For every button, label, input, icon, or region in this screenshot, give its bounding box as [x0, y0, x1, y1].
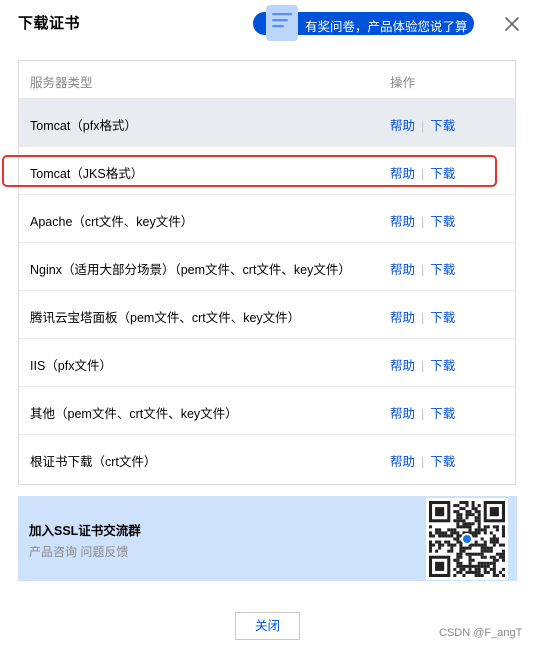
close-icon[interactable]: [503, 15, 521, 33]
download-link[interactable]: 下载: [430, 215, 455, 229]
help-link[interactable]: 帮助: [390, 407, 415, 421]
help-link[interactable]: 帮助: [390, 215, 415, 229]
separator: |: [421, 215, 425, 229]
table-row: Apache（crt文件、key文件） 帮助 | 下载: [19, 195, 515, 243]
download-link[interactable]: 下载: [430, 359, 455, 373]
table-row: 其他（pem文件、crt文件、key文件） 帮助 | 下载: [19, 387, 515, 435]
table-row: Tomcat（JKS格式） 帮助 | 下载: [19, 147, 515, 195]
table-row: Nginx（适用大部分场景）（pem文件、crt文件、key文件） 帮助 | 下载: [19, 243, 515, 291]
download-link[interactable]: 下载: [430, 407, 455, 421]
server-type-label: Nginx（适用大部分场景）（pem文件、crt文件、key文件）: [30, 263, 351, 277]
separator: |: [421, 311, 425, 325]
row-operations: 帮助 | 下载: [390, 163, 455, 182]
row-operations: 帮助 | 下载: [390, 403, 455, 422]
download-link[interactable]: 下载: [430, 455, 455, 469]
row-operations: 帮助 | 下载: [390, 259, 455, 278]
table-row: IIS（pfx文件） 帮助 | 下载: [19, 339, 515, 387]
survey-label: 有奖问卷，产品体验您说了算: [305, 20, 468, 34]
separator: |: [421, 167, 425, 181]
dialog-title: 下载证书: [18, 15, 81, 32]
column-header-operations: 操作: [390, 76, 416, 90]
row-operations: 帮助 | 下载: [390, 307, 455, 326]
table-row: 腾讯云宝塔面板（pem文件、crt文件、key文件） 帮助 | 下载: [19, 291, 515, 339]
server-type-label: IIS（pfx文件）: [30, 359, 112, 373]
server-type-label: Tomcat（pfx格式）: [30, 119, 137, 133]
help-link[interactable]: 帮助: [390, 311, 415, 325]
row-operations: 帮助 | 下载: [390, 211, 455, 230]
banner-subtitle: 产品咨询 问题反馈: [29, 545, 129, 559]
separator: |: [421, 455, 425, 469]
cert-download-table: 服务器类型 操作 Tomcat（pfx格式） 帮助 | 下载 Tomcat（JKS格式）…: [18, 60, 516, 485]
banner-title: 加入SSL证书交流群: [29, 524, 141, 538]
help-link[interactable]: 帮助: [390, 455, 415, 469]
help-link[interactable]: 帮助: [390, 119, 415, 133]
server-type-label: 其他（pem文件、crt文件、key文件）: [30, 407, 238, 421]
server-type-label: Tomcat（JKS格式）: [30, 167, 144, 181]
row-operations: 帮助 | 下载: [390, 115, 455, 134]
download-link[interactable]: 下载: [430, 263, 455, 277]
server-type-label: 腾讯云宝塔面板（pem文件、crt文件、key文件）: [30, 311, 301, 325]
separator: |: [421, 407, 425, 421]
table-row: 根证书下载（crt文件） 帮助 | 下载: [19, 435, 515, 483]
community-banner: 加入SSL证书交流群 产品咨询 问题反馈: [18, 496, 517, 581]
separator: |: [421, 359, 425, 373]
download-link[interactable]: 下载: [430, 311, 455, 325]
download-link[interactable]: 下载: [430, 167, 455, 181]
close-button[interactable]: 关闭: [235, 612, 300, 640]
table-row: Tomcat（pfx格式） 帮助 | 下载: [19, 99, 515, 147]
watermark-text: CSDN @F_angT: [439, 627, 523, 639]
row-operations: 帮助 | 下载: [390, 451, 455, 470]
help-link[interactable]: 帮助: [390, 359, 415, 373]
server-type-label: Apache（crt文件、key文件）: [30, 215, 194, 229]
server-type-label: 根证书下载（crt文件）: [30, 455, 157, 469]
column-header-server-type: 服务器类型: [30, 76, 93, 90]
help-link[interactable]: 帮助: [390, 167, 415, 181]
help-link[interactable]: 帮助: [390, 263, 415, 277]
table-header: 服务器类型 操作: [19, 61, 515, 99]
separator: |: [421, 119, 425, 133]
row-operations: 帮助 | 下载: [390, 355, 455, 374]
download-link[interactable]: 下载: [430, 119, 455, 133]
document-icon: [266, 5, 298, 41]
qr-code-image: [426, 498, 508, 580]
separator: |: [421, 263, 425, 277]
